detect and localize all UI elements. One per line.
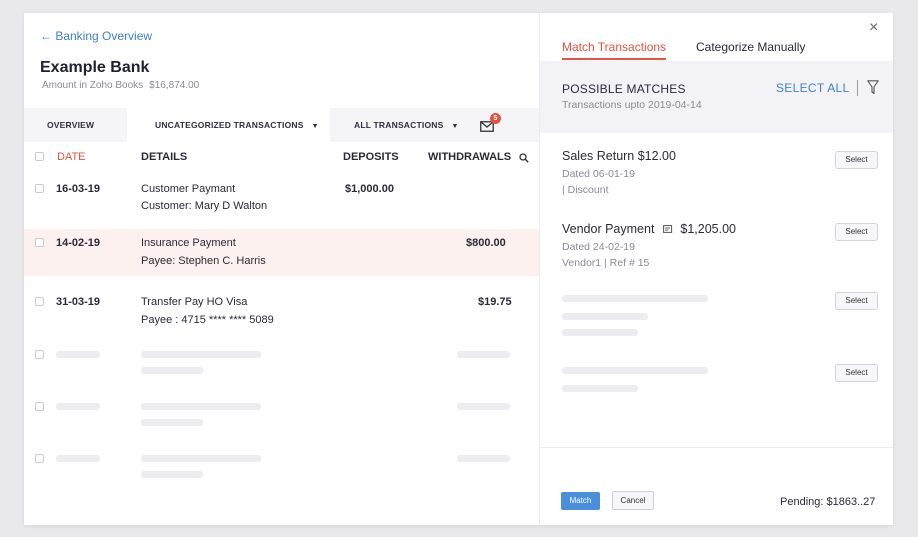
table-row[interactable]: 31-03-19 Transfer Pay HO Visa Payee : 47…	[24, 286, 539, 336]
column-details: DETAILS	[141, 151, 188, 163]
bank-name: Example Bank	[40, 59, 150, 76]
select-button[interactable]: Select	[835, 292, 878, 310]
match-panel: Match Transactions Categorize Manually ×…	[539, 13, 893, 525]
chevron-down-icon: ▼	[451, 123, 459, 130]
placeholder-bar	[56, 351, 100, 358]
placeholder-bar	[141, 471, 203, 478]
placeholder-row	[24, 399, 539, 439]
select-button[interactable]: Select	[835, 364, 878, 382]
amount-label: Amount in Zoho Books	[42, 80, 144, 91]
row-checkbox[interactable]	[35, 402, 44, 411]
column-date[interactable]: DATE	[57, 151, 86, 163]
row-subtitle: Payee : 4715 **** **** 5089	[141, 314, 274, 326]
match-title: Vendor Payment $1,205.00	[562, 222, 736, 236]
placeholder-bar	[562, 313, 648, 320]
placeholder-bar	[562, 329, 638, 336]
select-button[interactable]: Select	[835, 151, 878, 169]
match-detail: Vendor1 | Ref # 15	[562, 257, 650, 269]
tab-uncategorized-label: UNCATEGORIZED TRANSACTIONS	[155, 120, 304, 130]
match-dated: Dated 24-02-19	[562, 241, 635, 253]
table-row-selected[interactable]: 14-02-19 Insurance Payment Payee: Stephe…	[24, 229, 539, 276]
placeholder-bar	[562, 295, 708, 302]
placeholder-bar	[457, 403, 510, 410]
match-button[interactable]: Match	[561, 492, 600, 510]
filter-icon[interactable]	[867, 80, 879, 95]
placeholder-row	[24, 451, 539, 491]
close-icon[interactable]: ×	[869, 19, 878, 37]
pending-amount: Pending: $1863..27	[780, 496, 876, 508]
transaction-tabs: OVERVIEW UNCATEGORIZED TRANSACTIONS ▼ ALL…	[24, 108, 539, 142]
match-title-amount: $1,205.00	[680, 222, 736, 236]
match-title-prefix: Vendor Payment	[562, 222, 655, 236]
placeholder-bar	[562, 367, 708, 374]
row-date: 31-03-19	[56, 296, 101, 308]
notification-badge: 5	[490, 113, 501, 124]
placeholder-bar	[562, 385, 638, 392]
row-checkbox[interactable]	[35, 454, 44, 463]
cancel-button[interactable]: Cancel	[612, 491, 654, 510]
match-footer: Match Cancel Pending: $1863..27	[540, 447, 893, 525]
row-withdrawal: $800.00	[466, 237, 506, 249]
match-title: Sales Return $12.00	[562, 149, 676, 163]
divider	[857, 80, 858, 96]
tab-match-transactions[interactable]: Match Transactions	[562, 40, 667, 60]
tab-all-label: ALL TRANSACTIONS	[354, 120, 444, 130]
placeholder-bar	[56, 403, 100, 410]
placeholder-bar	[56, 455, 100, 462]
row-date: 14-02-19	[56, 237, 101, 249]
banking-overview-link[interactable]: ← Banking Overview	[40, 29, 152, 43]
search-icon[interactable]	[519, 153, 529, 163]
match-dated: Dated 06-01-19	[562, 168, 635, 180]
tab-all-transactions[interactable]: ALL TRANSACTIONS ▼	[354, 108, 459, 142]
placeholder-bar	[141, 455, 261, 462]
row-checkbox[interactable]	[35, 238, 44, 247]
row-title: Transfer Pay HO Visa	[141, 296, 248, 308]
amount-value: $16,874.00	[149, 80, 200, 91]
select-all-link[interactable]: SELECT ALL	[776, 81, 850, 95]
placeholder-bar	[141, 351, 261, 358]
row-deposit: $1,000.00	[345, 183, 394, 195]
row-checkbox[interactable]	[35, 350, 44, 359]
column-withdrawals: WITHDRAWALS	[428, 151, 512, 163]
row-title: Customer Paymant	[141, 183, 236, 195]
transactions-upto: Transactions upto 2019-04-14	[562, 99, 702, 111]
attachment-icon	[663, 225, 673, 233]
row-date: 16-03-19	[56, 183, 101, 195]
placeholder-bar	[457, 455, 510, 462]
select-button[interactable]: Select	[835, 223, 878, 241]
row-subtitle: Payee: Stephen C. Harris	[141, 255, 266, 267]
row-withdrawal: $19.75	[478, 296, 512, 308]
placeholder-bar	[141, 367, 203, 374]
mail-icon-button[interactable]: 5	[480, 113, 501, 134]
placeholder-bar	[141, 419, 203, 426]
row-title: Insurance Payment	[141, 237, 236, 249]
column-deposits: DEPOSITS	[343, 151, 399, 163]
tab-overview[interactable]: OVERVIEW	[47, 108, 94, 142]
amount-in-books: Amount in Zoho Books $16,874.00	[42, 80, 205, 91]
row-subtitle: Customer: Mary D Walton	[141, 200, 268, 212]
possible-matches-header: POSSIBLE MATCHES Transactions upto 2019-…	[540, 61, 893, 133]
match-tabs: Match Transactions Categorize Manually ×	[540, 13, 893, 61]
chevron-down-icon: ▼	[311, 123, 319, 130]
placeholder-row	[24, 347, 539, 387]
transactions-panel: ← Banking Overview Example Bank Amount i…	[24, 13, 539, 525]
table-row[interactable]: 16-03-19 Customer Paymant Customer: Mary…	[24, 173, 539, 229]
table-header: DATE DETAILS DEPOSITS WITHDRAWALS	[24, 143, 539, 171]
banking-match-dialog: ← Banking Overview Example Bank Amount i…	[24, 13, 893, 525]
tab-uncategorized[interactable]: UNCATEGORIZED TRANSACTIONS ▼	[127, 108, 330, 142]
possible-matches-title: POSSIBLE MATCHES	[562, 82, 686, 96]
placeholder-bar	[457, 351, 510, 358]
placeholder-bar	[141, 403, 261, 410]
select-all-checkbox[interactable]	[35, 152, 44, 161]
row-checkbox[interactable]	[35, 184, 44, 193]
tab-categorize-manually[interactable]: Categorize Manually	[696, 40, 805, 54]
match-detail: | Discount	[562, 184, 609, 196]
row-checkbox[interactable]	[35, 297, 44, 306]
